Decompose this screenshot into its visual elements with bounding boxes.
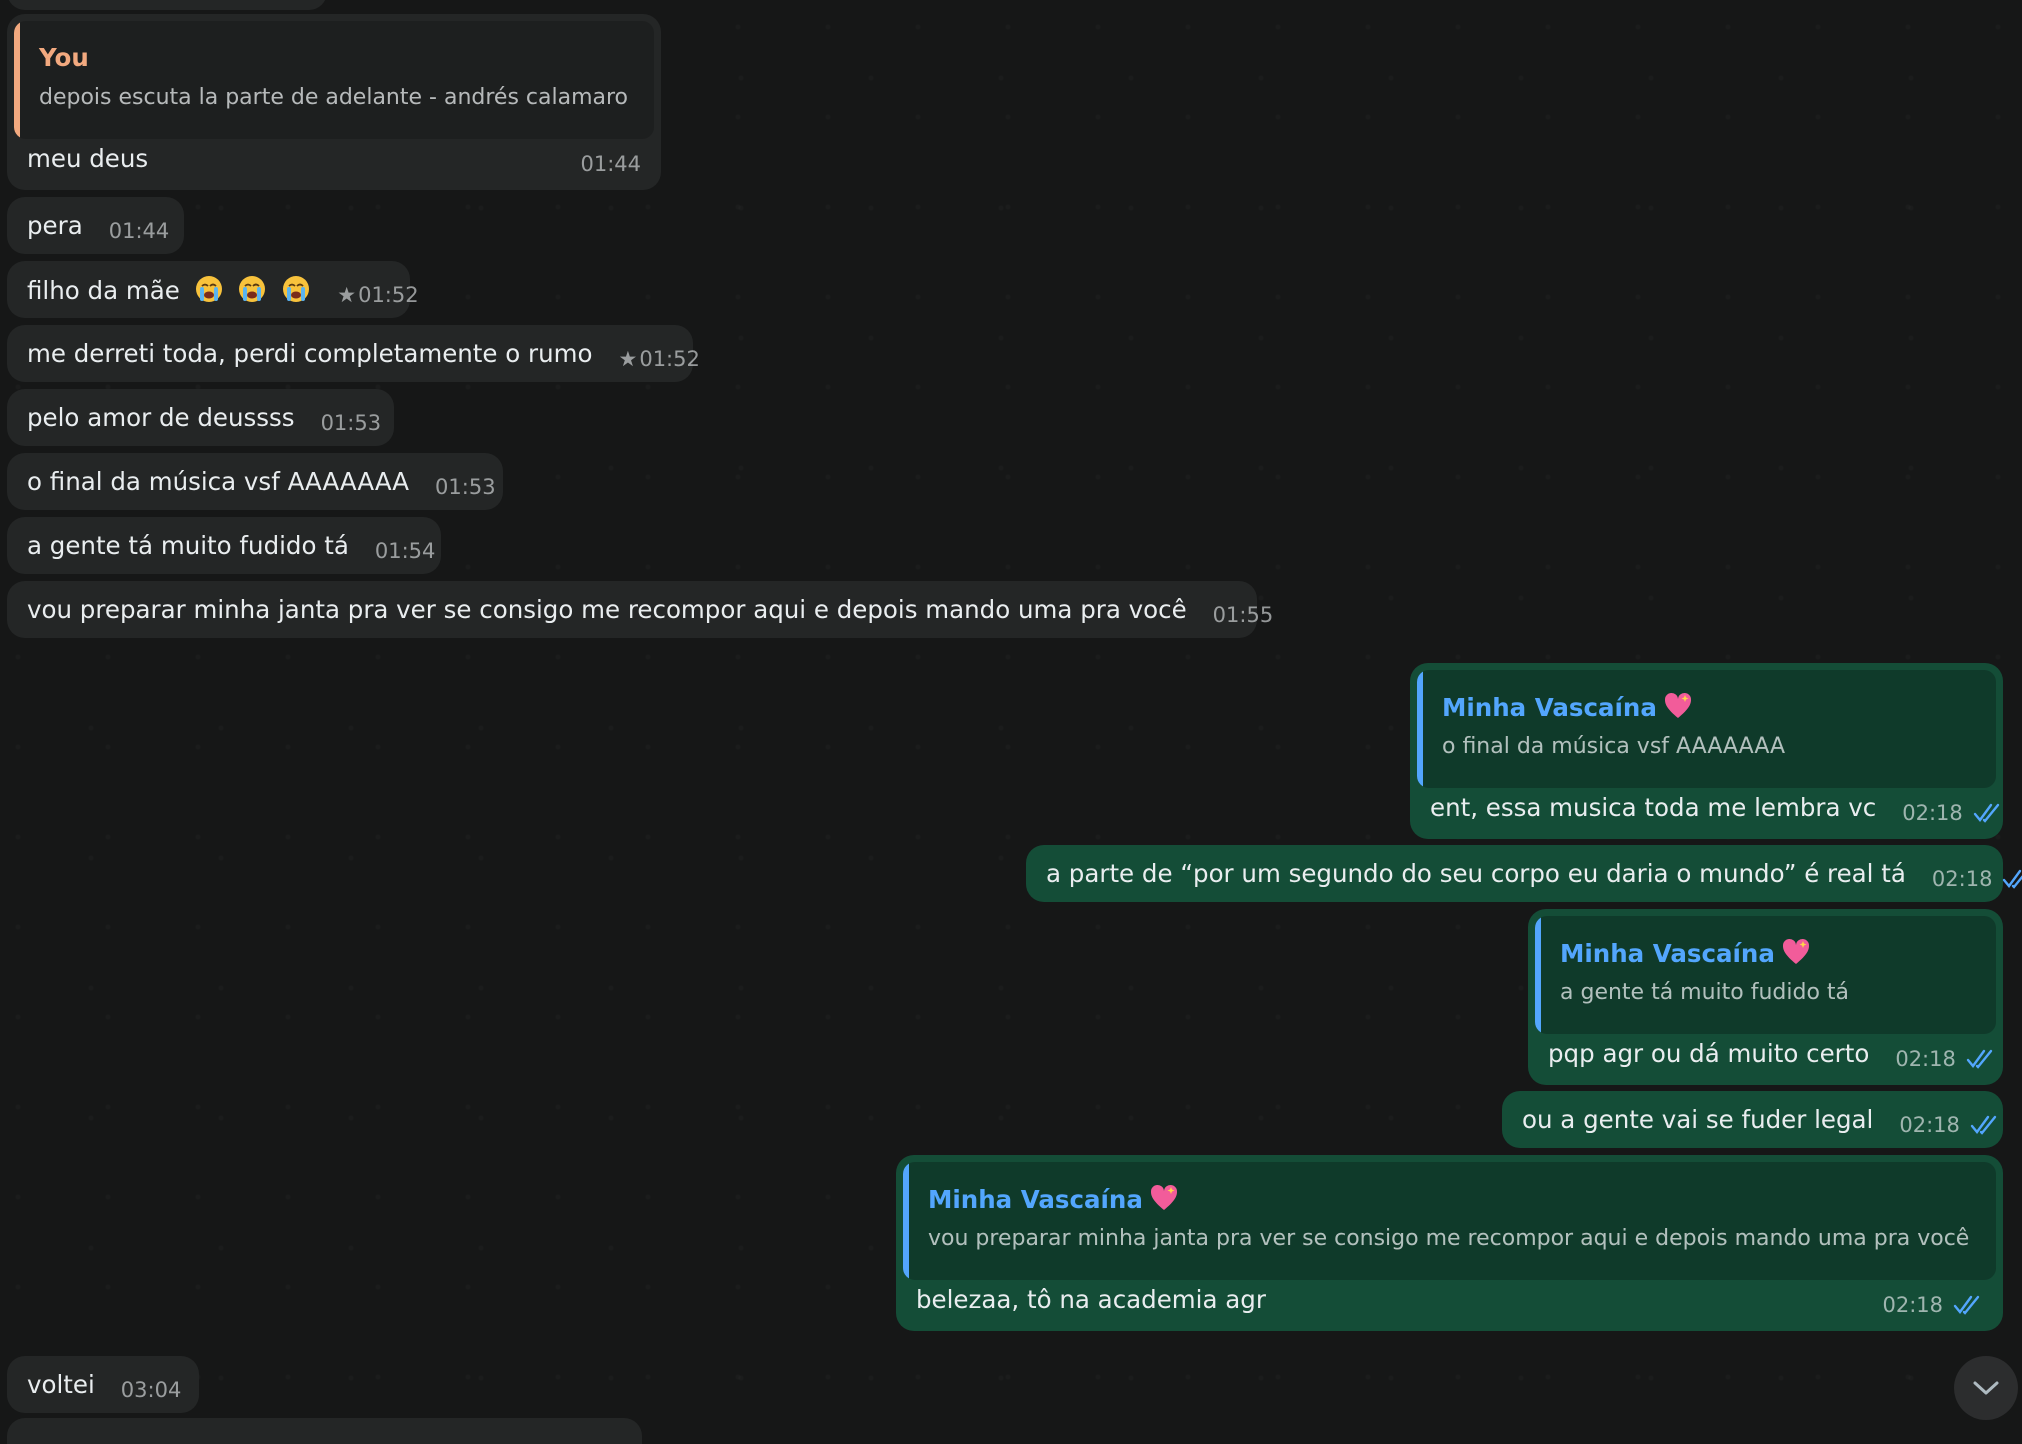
message-outgoing[interactable]: ou a gente vai se fuder legal 02:18 [1502,1091,2003,1148]
message-time: 01:53 [435,474,496,499]
message-meta: 02:18 [1895,1044,1996,1074]
message-meta: 02:18 [1902,798,2003,828]
quoted-message[interactable]: Minha Vascaína a gente tá muito fudido t… [1535,916,1996,1034]
message-time: 01:44 [580,152,641,176]
message-outgoing[interactable]: Minha Vascaína vou preparar minha janta … [896,1155,2003,1331]
message-time: 01:53 [320,410,382,435]
quoted-message[interactable]: You depois escuta la parte de adelante -… [14,21,654,139]
quoted-author: You [39,43,89,72]
message-time: 01:44 [108,218,170,243]
message-time: 02:18 [1899,1112,1960,1137]
message-incoming[interactable]: pera 01:44 [7,197,184,254]
message-outgoing[interactable]: Minha Vascaína o final da música vsf AAA… [1410,663,2003,839]
message-meta: ★ 01:52 [337,280,418,310]
message-text: ent, essa musica toda me lembra vc [1430,793,1877,822]
quoted-author-name: Minha Vascaína [1560,939,1775,968]
message-text: vou preparar minha janta pra ver se cons… [27,594,1187,624]
quoted-text: o final da música vsf AAAAAAA [1442,734,1786,759]
quoted-text: depois escuta la parte de adelante - and… [39,85,629,110]
message-incoming[interactable]: filho da mãe ★ 01:52 [7,261,419,318]
star-icon: ★ [618,346,638,371]
message-incoming[interactable]: vou preparar minha janta pra ver se cons… [7,581,1273,638]
next-message-edge [7,1418,642,1444]
message-text: voltei [27,1369,95,1399]
message-incoming[interactable]: voltei 03:04 [7,1356,199,1413]
message-incoming[interactable]: o final da música vsf AAAAAAA 01:53 [7,453,503,510]
message-text: o final da música vsf AAAAAAA [27,466,410,496]
message-time: 02:18 [1931,866,1993,891]
double-check-icon [2003,869,2022,889]
message-time: 02:18 [1895,1047,1956,1071]
message-text-with-emoji: filho da mãe [27,274,311,306]
message-text: filho da mãe [27,275,180,305]
chevron-down-icon [1973,1381,1999,1395]
star-icon: ★ [337,282,357,307]
message-time: 02:18 [1882,1293,1943,1317]
message-outgoing[interactable]: a parte de “por um segundo do seu corpo … [1026,845,2022,902]
message-time: 01:55 [1212,602,1274,627]
message-text: pera [27,210,83,240]
sparkling-heart-icon [1782,938,1809,964]
message-time: 01:54 [374,538,436,563]
message-text: pelo amor de deussss [27,402,295,432]
quoted-text: vou preparar minha janta pra ver se cons… [928,1226,1970,1251]
message-incoming[interactable]: a gente tá muito fudido tá 01:54 [7,517,441,574]
quoted-author: Minha Vascaína [928,1184,1179,1215]
quoted-message[interactable]: Minha Vascaína o final da música vsf AAA… [1417,670,1996,788]
double-check-icon [1973,803,1999,823]
loudly-crying-face-icon [239,275,266,302]
quoted-author: Minha Vascaína [1560,938,1811,969]
message-text: ou a gente vai se fuder legal [1522,1104,1874,1134]
message-time: 01:52 [639,346,700,371]
message-text: meu deus [27,144,149,173]
scroll-to-bottom-button[interactable] [1954,1356,2018,1420]
message-time: 01:52 [358,282,419,307]
sparkling-heart-icon [1150,1184,1177,1210]
message-meta: ★ 01:52 [619,344,700,374]
quoted-message[interactable]: Minha Vascaína vou preparar minha janta … [903,1162,1996,1280]
chat-messages-pane[interactable]: You depois escuta la parte de adelante -… [0,0,2022,1444]
quoted-author: Minha Vascaína [1442,692,1693,723]
double-check-icon [1970,1115,1997,1135]
message-meta: 02:18 [1932,864,2022,894]
message-meta: 02:18 [1899,1110,2000,1140]
message-time: 03:04 [120,1377,182,1402]
loudly-crying-face-icon [283,275,310,302]
message-time: 02:18 [1902,801,1963,825]
quoted-author-name: Minha Vascaína [1442,693,1657,722]
previous-message-edge [7,0,327,10]
double-check-icon [1953,1295,1980,1315]
message-text: a gente tá muito fudido tá [27,530,349,560]
message-incoming[interactable]: me derreti toda, perdi completamente o r… [7,325,700,382]
quoted-author-name: Minha Vascaína [928,1185,1143,1214]
message-text: a parte de “por um segundo do seu corpo … [1046,858,1906,888]
sparkling-heart-icon [1664,692,1691,718]
message-text: me derreti toda, perdi completamente o r… [27,338,593,368]
double-check-icon [1966,1049,1993,1069]
message-text: pqp agr ou dá muito certo [1548,1039,1870,1068]
message-meta: 02:18 [1882,1290,1983,1320]
message-outgoing[interactable]: Minha Vascaína a gente tá muito fudido t… [1528,909,2003,1085]
loudly-crying-face-icon [195,275,222,302]
message-text: belezaa, tô na academia agr [916,1285,1266,1314]
message-incoming[interactable]: pelo amor de deussss 01:53 [7,389,394,446]
quoted-text: a gente tá muito fudido tá [1560,980,1850,1005]
message-incoming[interactable]: You depois escuta la parte de adelante -… [7,14,661,190]
